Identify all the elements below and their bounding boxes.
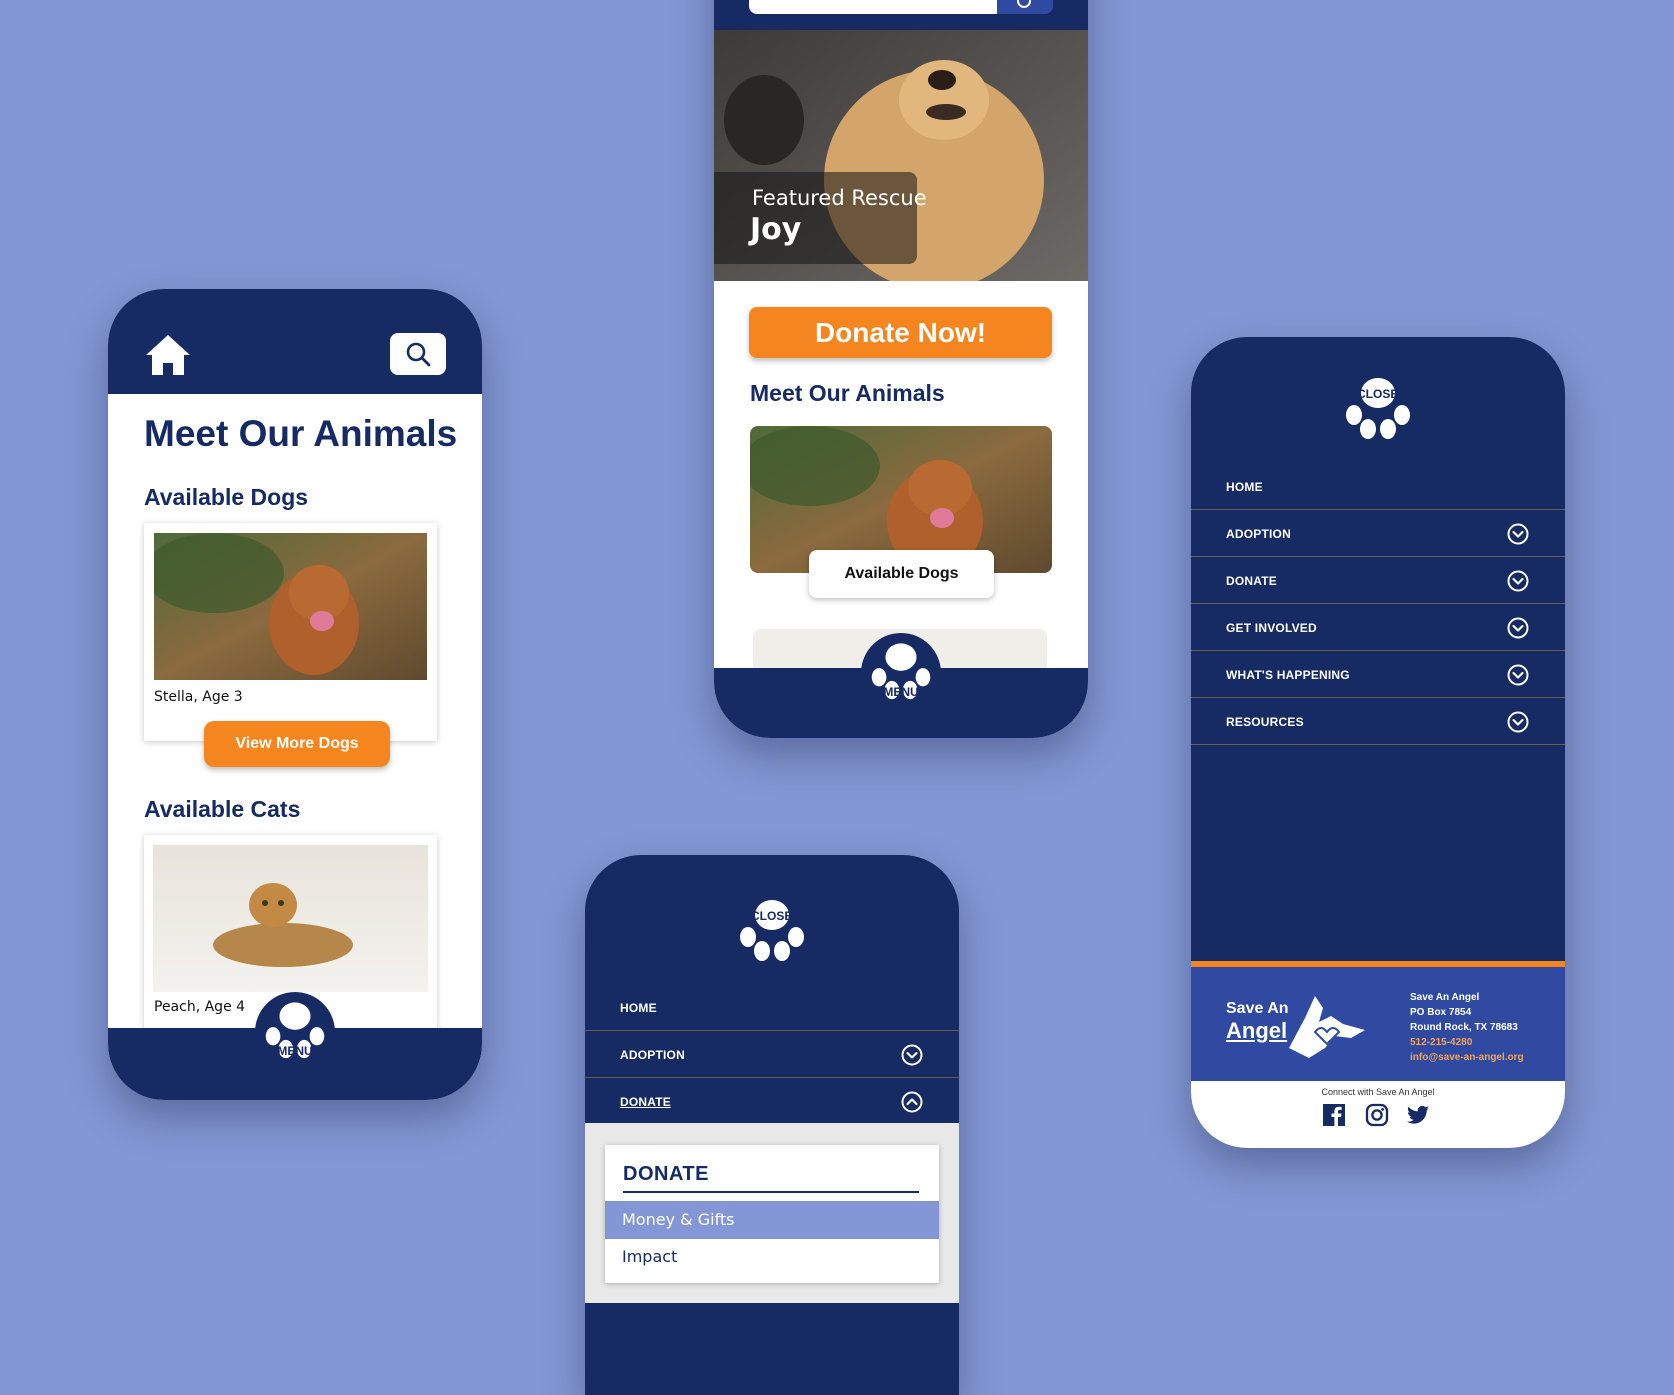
dog-caption: Stella, Age 3 [154,689,243,705]
donate-now-button[interactable]: Donate Now! [749,307,1052,358]
phone-home: Featured Rescue Joy Donate Now! Meet Our… [714,0,1088,738]
menu-item-label: DONATE [1226,574,1277,588]
search-button[interactable] [390,333,446,375]
footer-email[interactable]: info@save-an-angel.org [1410,1052,1524,1063]
menu-item-home[interactable]: HOME [1191,464,1565,510]
phone-full-menu: CLOSE HOME ADOPTION DONATE GET INVOLVED … [1191,337,1565,1148]
connect-text: Connect with Save An Angel [1321,1087,1435,1097]
footer-address2: Round Rock, TX 78683 [1410,1022,1518,1033]
facebook-icon[interactable] [1322,1103,1346,1127]
menu-item-label: ADOPTION [620,1048,685,1062]
menu-item-label: GET INVOLVED [1226,621,1317,635]
menu-item-label: HOME [1226,480,1263,494]
menu-item-label: RESOURCES [1226,715,1304,729]
menu-label: MENU [277,1044,313,1058]
instagram-icon[interactable] [1365,1103,1389,1127]
cats-heading: Available Cats [144,796,301,822]
submenu-divider [623,1191,919,1193]
chevron-down-icon[interactable] [1507,523,1529,545]
search-icon [406,342,431,367]
chevron-down-icon[interactable] [901,1044,923,1066]
search-input[interactable] [749,0,997,14]
twitter-icon[interactable] [1406,1103,1430,1127]
featured-label: Featured Rescue [752,186,927,210]
menu-item-adoption[interactable]: ADOPTION [1191,511,1565,557]
menu-button[interactable]: MENU [861,633,941,713]
submenu-title: DONATE [623,1163,709,1185]
search-button[interactable] [997,0,1053,14]
menu-button[interactable]: MENU [255,992,335,1072]
home-icon[interactable] [144,333,192,377]
logo-animals-icon [1289,996,1365,1058]
chevron-down-icon[interactable] [1507,664,1529,686]
menu-item-label: ADOPTION [1226,527,1291,541]
submenu-item-money-gifts[interactable]: Money & Gifts [622,1210,735,1229]
chevron-down-icon[interactable] [1507,617,1529,639]
cat-photo [153,845,428,992]
menu-item-adoption[interactable]: ADOPTION [585,1032,959,1078]
submenu-item-impact[interactable]: Impact [622,1247,677,1266]
dogs-heading: Available Dogs [144,484,309,510]
close-button[interactable]: CLOSE [1343,371,1413,441]
section-heading: Meet Our Animals [750,380,945,406]
close-button[interactable]: CLOSE [737,893,807,963]
search-icon [1017,0,1031,8]
menu-item-donate[interactable]: DONATE [1191,558,1565,604]
dog-photo [154,533,427,680]
view-more-dogs-button[interactable]: View More Dogs [204,721,390,767]
featured-rescue-overlay: Featured Rescue Joy [714,172,927,264]
menu-item-label: DONATE [620,1095,671,1109]
menu-item-resources[interactable]: RESOURCES [1191,699,1565,745]
paw-icon [1343,371,1413,441]
menu-label: MENU [883,685,919,699]
footer-address1: PO Box 7854 [1410,1007,1472,1018]
paw-icon [737,893,807,963]
menu-item-label: WHAT'S HAPPENING [1226,668,1350,682]
phone-donate-menu: CLOSE HOME ADOPTION DONATE DONATE Money … [585,855,959,1395]
footer-phone[interactable]: 512-215-4280 [1410,1037,1472,1048]
chevron-up-icon[interactable] [901,1091,923,1113]
close-label: CLOSE [1357,387,1399,401]
chevron-down-icon[interactable] [1507,711,1529,733]
menu-item-home[interactable]: HOME [585,985,959,1031]
page-title: Meet Our Animals [144,413,458,454]
footer-org-name: Save An Angel [1410,992,1480,1003]
featured-name: Joy [750,212,802,247]
menu-item-donate[interactable]: DONATE [585,1079,959,1125]
close-label: CLOSE [751,909,793,923]
menu-item-whats-happening[interactable]: WHAT'S HAPPENING [1191,652,1565,698]
logo-line1: Save An [1226,1000,1289,1017]
chevron-down-icon[interactable] [1507,570,1529,592]
phone-animals-list: Meet Our Animals Available Dogs Stella, … [108,289,482,1100]
logo-line2: Angel [1226,1018,1288,1043]
cat-caption: Peach, Age 4 [154,999,246,1015]
menu-item-label: HOME [620,1001,657,1015]
menu-item-get-involved[interactable]: GET INVOLVED [1191,605,1565,651]
available-dogs-label[interactable]: Available Dogs [809,550,994,598]
